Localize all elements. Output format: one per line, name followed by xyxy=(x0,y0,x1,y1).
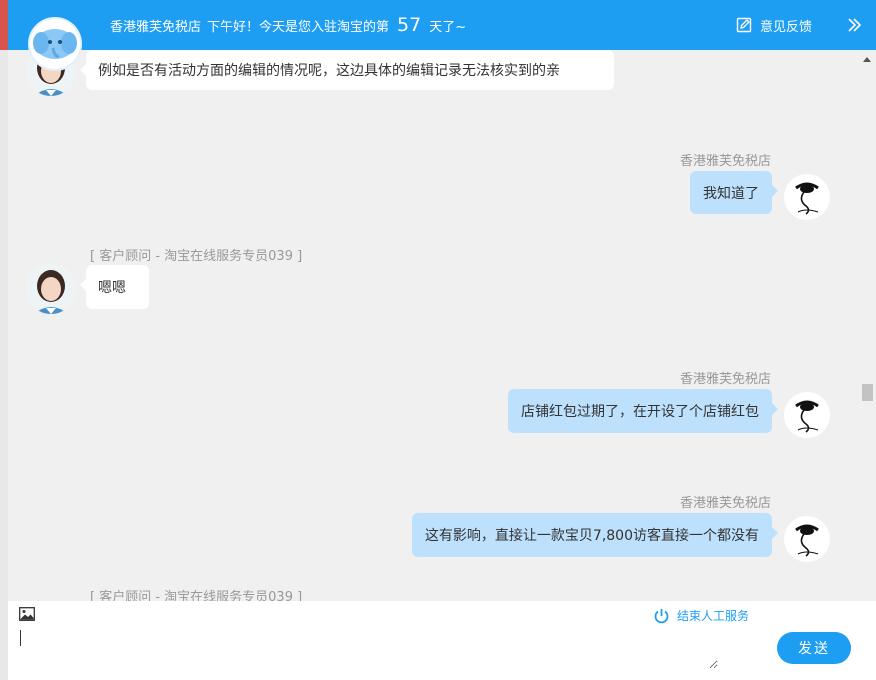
shop-avatar xyxy=(784,174,830,220)
self-sender-name: 香港雅芙免税店 xyxy=(679,372,771,387)
left-window-edge xyxy=(0,0,8,680)
header-days-suffix: 天了~ xyxy=(429,19,467,35)
text-caret xyxy=(20,630,21,646)
self-sender-name: 香港雅芙免税店 xyxy=(679,496,771,511)
header-shop-name: 香港雅芙免税店 xyxy=(110,19,202,35)
shop-avatar xyxy=(784,392,830,438)
self-message-bubble: 我知道了 xyxy=(690,171,778,214)
self-message-bubble: 店铺红包过期了，在开设了个店铺红包 xyxy=(508,389,778,433)
edit-icon xyxy=(736,17,752,33)
header-bar: 香港雅芙免税店 下午好！今天是您入驻淘宝的第 57 天了~ 意见反馈 xyxy=(8,0,876,50)
header-days-count: 57 xyxy=(397,14,422,36)
send-button[interactable]: 发送 xyxy=(777,632,851,664)
agent-sender-name: [ 客户顾问 - 淘宝在线服务专员039 ] xyxy=(90,249,303,264)
end-service-label: 结束人工服务 xyxy=(677,609,750,623)
power-icon xyxy=(654,608,669,623)
agent-sender-name: [ 客户顾问 - 淘宝在线服务专员039 ] xyxy=(90,590,303,601)
message-input[interactable] xyxy=(18,629,718,669)
image-icon[interactable] xyxy=(19,607,35,621)
scroll-up-arrow-icon[interactable] xyxy=(863,57,871,62)
agent-avatar xyxy=(26,264,76,314)
end-human-service-button[interactable]: 结束人工服务 xyxy=(654,607,749,624)
double-chevron-right-icon[interactable] xyxy=(846,17,862,33)
feedback-button[interactable]: 意见反馈 xyxy=(736,0,812,50)
self-message-bubble: 这有影响，直接让一款宝贝7,800访客直接一个都没有 xyxy=(411,513,779,557)
elephant-logo-icon xyxy=(28,17,82,71)
header-greeting-text: 下午好！今天是您入驻淘宝的第 xyxy=(207,19,390,35)
feedback-label: 意见反馈 xyxy=(760,19,813,35)
agent-message-bubble: 例如是否有活动方面的编辑的情况呢，这边具体的编辑记录无法核实到的亲 xyxy=(80,50,614,90)
scroll-thumb[interactable] xyxy=(862,384,873,401)
message-input-area: 结束人工服务 发送 xyxy=(8,601,876,680)
shop-avatar xyxy=(784,516,830,562)
self-sender-name: 香港雅芙免税店 xyxy=(679,154,771,169)
agent-message-bubble: 嗯嗯 xyxy=(80,265,149,309)
chat-message-list[interactable]: 例如是否有活动方面的编辑的情况呢，这边具体的编辑记录无法核实到的亲 香港雅芙免税… xyxy=(8,50,858,601)
header-greeting: 香港雅芙免税店 下午好！今天是您入驻淘宝的第 57 天了~ xyxy=(110,0,466,50)
chat-scrollbar[interactable] xyxy=(858,50,876,601)
